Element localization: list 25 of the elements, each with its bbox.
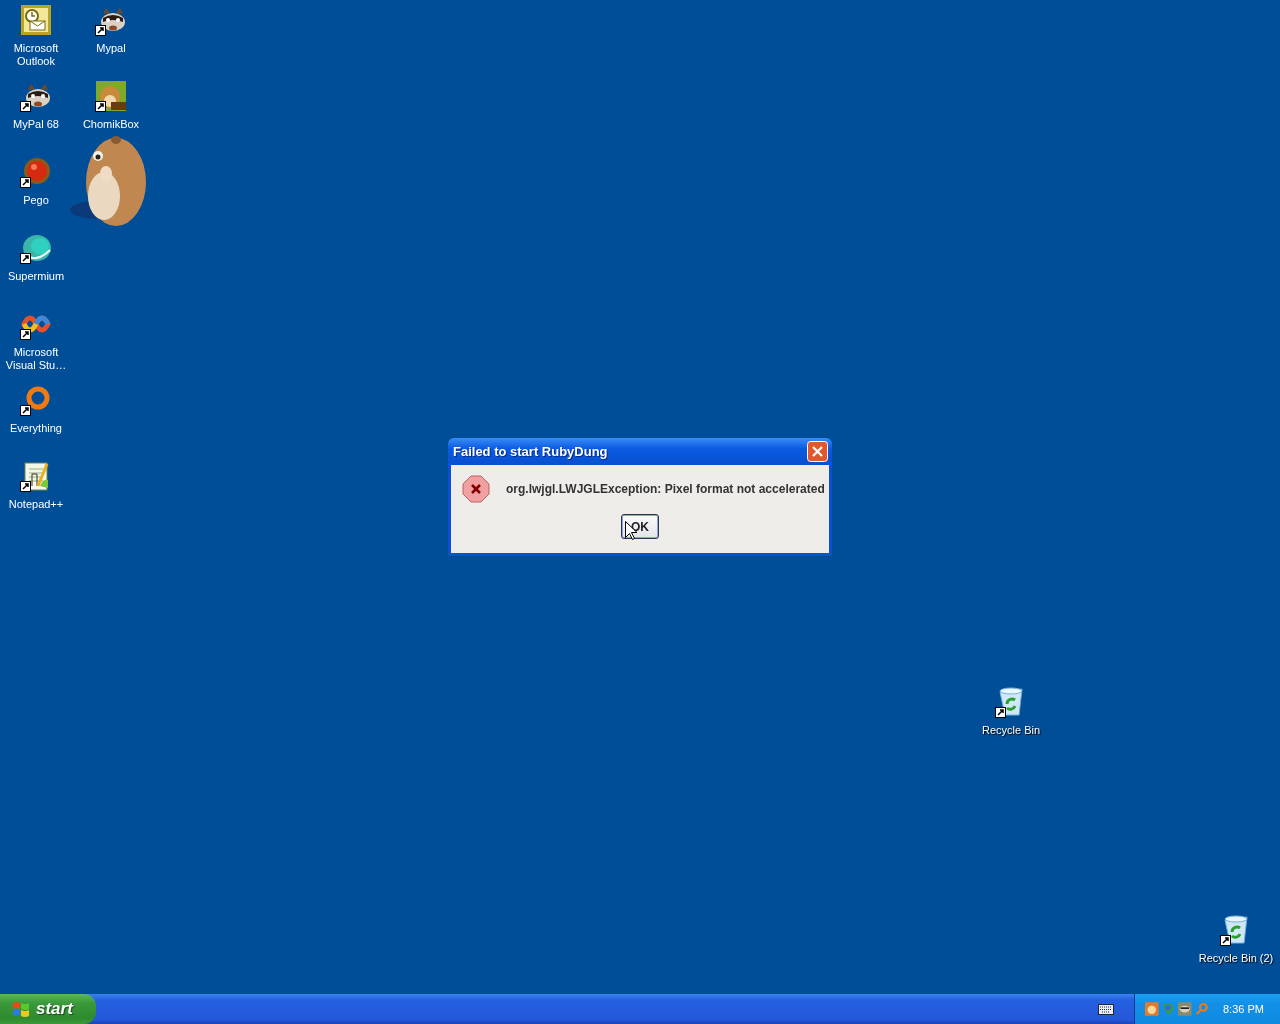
- ring-icon[interactable]: [20, 384, 52, 416]
- hamster-box-icon[interactable]: [95, 80, 127, 112]
- icon-label[interactable]: Everything: [10, 422, 62, 435]
- error-icon: [462, 475, 490, 503]
- close-icon[interactable]: [807, 441, 828, 462]
- raccoon-tray-icon[interactable]: [1178, 1001, 1192, 1017]
- start-button[interactable]: start: [0, 994, 96, 1024]
- icon-label[interactable]: Notepad++: [8, 498, 64, 511]
- icon-label[interactable]: Mypal: [96, 42, 126, 55]
- error-message: org.lwjgl.LWJGLException: Pixel format not accelerated: [506, 482, 825, 496]
- icon-label[interactable]: MyPal 68: [13, 118, 59, 131]
- icon-label[interactable]: Supermium: [7, 270, 65, 283]
- window-title: Failed to start RubyDung: [453, 444, 608, 459]
- icon-label[interactable]: Recycle Bin: [981, 724, 1041, 737]
- keyboard-icon[interactable]: [1098, 1003, 1114, 1015]
- icon-label[interactable]: ChomikBox: [82, 118, 140, 131]
- windows-flag-icon: [12, 1001, 30, 1017]
- ball-icon[interactable]: [20, 156, 52, 188]
- hamster-tray-icon[interactable]: [1145, 1001, 1159, 1017]
- icon-label[interactable]: Microsoft Outlook: [1, 42, 71, 68]
- icon-label[interactable]: Pego: [23, 194, 49, 207]
- icon-label[interactable]: Microsoft Visual Stu…: [1, 346, 71, 372]
- globe-icon[interactable]: [20, 232, 52, 264]
- icon-label[interactable]: Recycle Bin (2): [1198, 952, 1274, 965]
- calendar-envelope-icon[interactable]: [20, 4, 52, 36]
